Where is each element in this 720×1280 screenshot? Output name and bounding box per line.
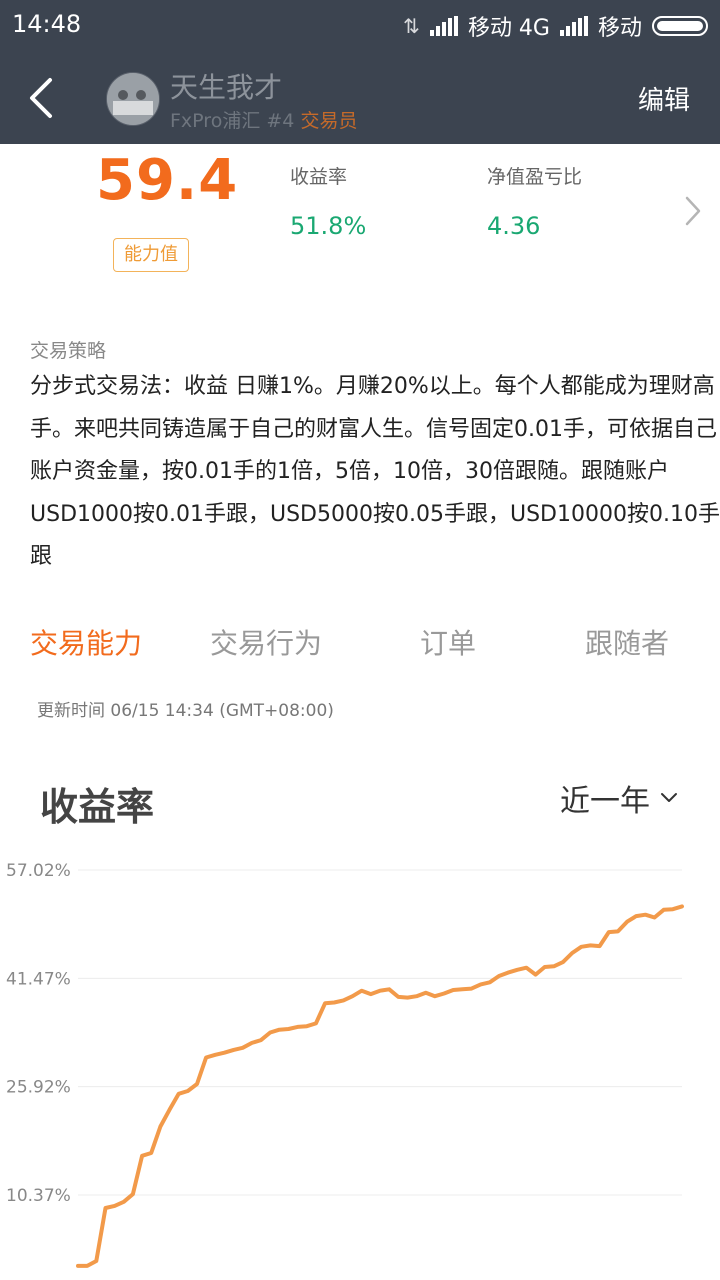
data-transfer-icon: ⇅ (403, 14, 420, 38)
strategy-text: 分步式交易法：收益 日赚1%。月赚20%以上。每个人都能成为理财高手。来吧共同铸… (30, 374, 720, 569)
back-arrow-icon[interactable] (22, 74, 62, 122)
status-time: 14:48 (12, 10, 82, 38)
range-select[interactable]: 近一年 (560, 776, 678, 820)
y-tick-label: 41.47% (6, 969, 71, 989)
tab-orders[interactable]: 订单 (420, 622, 476, 662)
status-indicators: ⇅ 移动 4G 移动 (403, 10, 708, 42)
return-rate-line (76, 904, 684, 1268)
chevron-right-icon[interactable] (680, 194, 706, 228)
strategy-title: 交易策略 (30, 340, 107, 362)
carrier-2: 移动 (597, 16, 642, 41)
edit-button[interactable]: 编辑 (638, 80, 690, 117)
y-tick-label: 10.37% (6, 1186, 71, 1206)
user-subtitle: FxPro浦汇 #4 交易员 (170, 106, 357, 133)
rank: #4 (266, 110, 295, 132)
role-label: 交易员 (300, 110, 358, 132)
update-time: 更新时间 06/15 14:34 (GMT+08:00) (37, 701, 334, 721)
app-header: 天生我才 FxPro浦汇 #4 交易员 编辑 (0, 52, 720, 144)
y-tick-label: 57.02% (6, 861, 71, 881)
signal-icon (429, 16, 458, 36)
tab-trading-ability[interactable]: 交易能力 (30, 622, 142, 662)
broker-name: FxPro浦汇 (170, 110, 261, 132)
carrier-1: 移动 4G (467, 16, 550, 41)
chart-title: 收益率 (40, 785, 155, 829)
y-tick-label: 25.92% (6, 1078, 71, 1098)
metric-value-return: 51.8% (290, 212, 367, 240)
return-rate-chart: 57.02% 41.47% 25.92% 10.37% (6, 861, 684, 1268)
user-name: 天生我才 (170, 71, 283, 104)
tab-trading-behavior[interactable]: 交易行为 (210, 622, 322, 662)
ability-score: 59.4 (96, 148, 239, 213)
metric-label-return: 收益率 (290, 166, 348, 188)
avatar-image-icon (107, 73, 159, 125)
signal-icon-2 (559, 16, 588, 36)
metric-value-pl-ratio: 4.36 (487, 212, 541, 240)
avatar[interactable] (106, 72, 160, 126)
range-select-value: 近一年 (560, 784, 650, 819)
chevron-down-icon (661, 793, 677, 802)
status-bar: 14:48 ⇅ 移动 4G 移动 (0, 0, 720, 52)
battery-icon (652, 16, 708, 36)
ability-badge: 能力值 (113, 238, 189, 272)
metric-label-pl-ratio: 净值盈亏比 (487, 166, 583, 188)
tab-followers[interactable]: 跟随者 (585, 622, 669, 662)
